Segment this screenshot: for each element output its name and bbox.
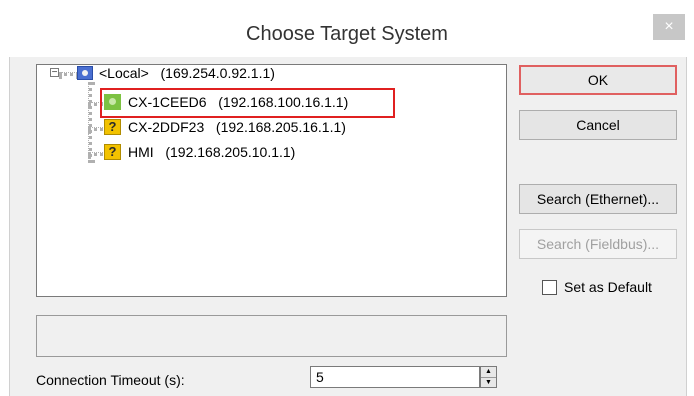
timeout-label: Connection Timeout (s):	[36, 372, 185, 388]
spin-up-icon[interactable]: ▲	[481, 367, 496, 378]
timeout-input[interactable]: 5	[310, 366, 480, 388]
close-button[interactable]: ×	[653, 14, 685, 40]
node-name: HMI	[128, 144, 154, 160]
node-name: CX-2DDF23	[128, 119, 205, 135]
tree-connector	[59, 72, 79, 76]
close-icon: ×	[664, 18, 674, 35]
node-address: (192.168.205.10.1.1)	[165, 144, 296, 160]
ok-button[interactable]: OK	[519, 65, 677, 95]
tree-node-hmi[interactable]: ? HMI (192.168.205.10.1.1)	[104, 143, 295, 161]
spin-down-icon[interactable]: ▼	[481, 378, 496, 388]
timeout-spinner[interactable]: ▲ ▼	[480, 366, 497, 388]
set-default-checkbox[interactable]	[542, 280, 557, 295]
cancel-button[interactable]: Cancel	[519, 110, 677, 140]
node-address: (192.168.205.16.1.1)	[215, 119, 346, 135]
unknown-target-icon: ?	[104, 144, 121, 160]
tree-connector	[88, 82, 92, 163]
set-default-label: Set as Default	[564, 279, 652, 295]
node-name: <Local>	[99, 65, 149, 81]
collapse-toggle[interactable]: −	[50, 68, 59, 78]
search-fieldbus-button: Search (Fieldbus)...	[519, 229, 677, 259]
tree-node-local[interactable]: <Local> (169.254.0.92.1.1)	[77, 64, 275, 82]
tree-node-cx-2ddf23[interactable]: ? CX-2DDF23 (192.168.205.16.1.1)	[104, 118, 346, 136]
selection-highlight	[100, 88, 395, 118]
unknown-target-icon: ?	[104, 119, 121, 135]
local-computer-icon	[77, 66, 93, 80]
node-address: (169.254.0.92.1.1)	[160, 65, 275, 81]
search-ethernet-button[interactable]: Search (Ethernet)...	[519, 184, 677, 214]
title-bar: Choose Target System ×	[0, 0, 694, 56]
dialog-title: Choose Target System	[246, 23, 448, 45]
status-panel	[36, 315, 507, 357]
